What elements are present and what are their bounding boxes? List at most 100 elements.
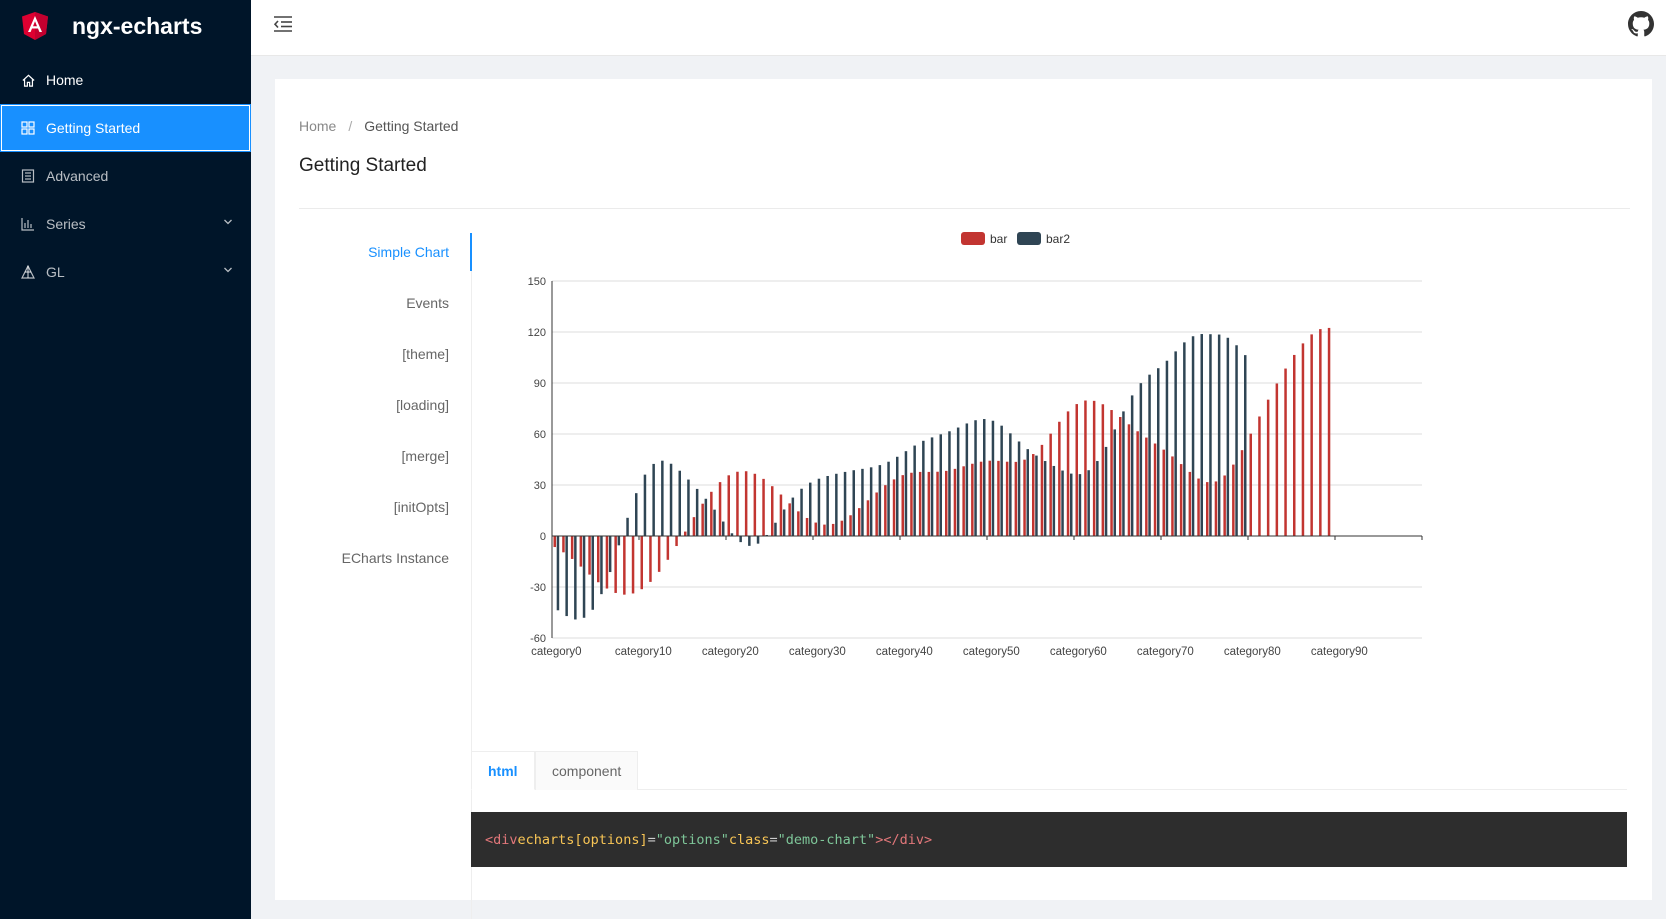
- bar-bar2: [748, 536, 751, 546]
- bar-chart-icon: [20, 216, 36, 232]
- x-tick-label: category90: [1311, 646, 1368, 658]
- app-title: ngx-echarts: [72, 12, 203, 39]
- bar-bar: [727, 475, 730, 536]
- tab-merge[interactable]: [merge]: [402, 448, 449, 464]
- bar-bar: [988, 460, 991, 536]
- brand[interactable]: ngx-echarts: [0, 0, 251, 52]
- bar-bar: [657, 536, 661, 572]
- bar-bar: [570, 536, 574, 559]
- bar-bar: [1153, 443, 1157, 536]
- bar-bar: [605, 536, 609, 589]
- bar-bar2: [617, 536, 621, 546]
- bar-bar2: [887, 461, 890, 536]
- header: [251, 0, 1666, 56]
- tab-loading[interactable]: [loading]: [396, 397, 449, 413]
- bar-bar2: [669, 463, 673, 536]
- bar-bar: [1075, 404, 1078, 536]
- bar-bar2: [704, 498, 708, 536]
- bar-bar2: [791, 497, 795, 536]
- bar-bar: [684, 531, 687, 536]
- bar-bar: [892, 479, 896, 536]
- bar-bar: [858, 508, 861, 536]
- bar-bar2: [913, 445, 916, 536]
- bar-bar2: [1148, 374, 1151, 536]
- sidebar-item-getting-started[interactable]: Getting Started: [0, 104, 251, 152]
- bar-bar2: [565, 536, 568, 617]
- menu-fold-icon[interactable]: [273, 15, 293, 33]
- code-token: "options": [655, 831, 729, 848]
- bar-bar2: [626, 517, 629, 536]
- bar-bar: [1136, 431, 1139, 536]
- chevron-down-icon: [224, 219, 232, 225]
- bar-bar: [1188, 471, 1192, 536]
- bar-bar2: [1244, 355, 1247, 536]
- bar-bar: [1327, 327, 1331, 536]
- legend-swatch-bar: [961, 232, 985, 245]
- y-tick-label: 60: [534, 429, 546, 441]
- y-tick-label: 0: [540, 531, 546, 543]
- bar-bar: [588, 536, 591, 575]
- bar-bar2: [861, 468, 864, 536]
- sidebar-item-gl[interactable]: GL: [0, 248, 251, 296]
- bar-bar: [1171, 456, 1174, 536]
- bar-bar2: [600, 536, 603, 595]
- tab-theme[interactable]: [theme]: [402, 346, 449, 362]
- breadcrumb: Home / Getting Started: [299, 118, 458, 134]
- bar-bar2: [608, 536, 612, 573]
- sidebar-item-series[interactable]: Series: [0, 200, 251, 248]
- bar-bar: [744, 471, 748, 536]
- bar-bar2: [774, 522, 777, 536]
- bar-bar2: [582, 536, 586, 618]
- bar-bar2: [922, 440, 925, 536]
- bar-bar2: [1087, 470, 1090, 536]
- bar-bar2: [1017, 441, 1021, 536]
- bar-bar2: [878, 465, 882, 536]
- sidebar-menu: Home Getting Started Advanced Series GL: [0, 56, 251, 296]
- bar-bar: [910, 472, 913, 536]
- home-icon: [20, 72, 36, 88]
- bar-bar2: [948, 431, 951, 536]
- bar-bar2: [1000, 425, 1003, 536]
- code-token: <div: [485, 831, 518, 848]
- bar-bar2: [722, 521, 725, 536]
- bar-chart[interactable]: 150 120 90 60 30 0 -30 -60category0 category10 ca…: [472, 223, 1630, 783]
- sidebar-item-home[interactable]: Home: [0, 56, 251, 104]
- bar-bar2: [800, 488, 803, 536]
- bar-bar: [1197, 478, 1200, 536]
- bar-bar2: [1070, 473, 1073, 536]
- bar-bar: [1266, 399, 1270, 536]
- breadcrumb-home-link[interactable]: Home: [299, 118, 336, 134]
- bar-bar: [945, 470, 948, 536]
- bar-bar: [1014, 461, 1018, 536]
- sidebar-item-advanced[interactable]: Advanced: [0, 152, 251, 200]
- x-tick-label: category10: [615, 646, 672, 658]
- tab-echarts-instance[interactable]: ECharts Instance: [342, 550, 449, 566]
- bar-bar: [1310, 334, 1313, 536]
- code-token: =: [647, 831, 656, 848]
- tab-simple-chart[interactable]: Simple Chart: [368, 244, 449, 260]
- bar-bar: [1049, 433, 1052, 536]
- bar-bar: [823, 524, 826, 536]
- y-tick-label: 120: [528, 327, 546, 339]
- y-tick-label: 90: [534, 378, 546, 390]
- breadcrumb-separator: /: [348, 118, 353, 134]
- sidebar: ngx-echarts Home Getting Started Advance…: [0, 0, 251, 919]
- tab-html[interactable]: html: [471, 751, 535, 790]
- bar-bar: [771, 486, 774, 536]
- tab-init-opts[interactable]: [initOpts]: [394, 499, 449, 515]
- bar-bar2: [1104, 446, 1108, 536]
- bar-bar2: [591, 536, 594, 610]
- github-icon[interactable]: [1628, 11, 1654, 37]
- bar-bar: [1258, 416, 1261, 536]
- calculator-icon: [20, 168, 36, 184]
- bar-bar2: [826, 475, 829, 536]
- bar-bar: [1240, 450, 1244, 536]
- bar-bar: [1284, 368, 1287, 536]
- bar-bar2: [930, 437, 934, 536]
- bar-bar2: [1026, 449, 1029, 536]
- bar-bar: [797, 511, 800, 536]
- tab-events[interactable]: Events: [406, 295, 449, 311]
- tab-component[interactable]: component: [535, 751, 639, 790]
- bar-bar2: [843, 471, 847, 536]
- bar-bar: [1040, 444, 1044, 536]
